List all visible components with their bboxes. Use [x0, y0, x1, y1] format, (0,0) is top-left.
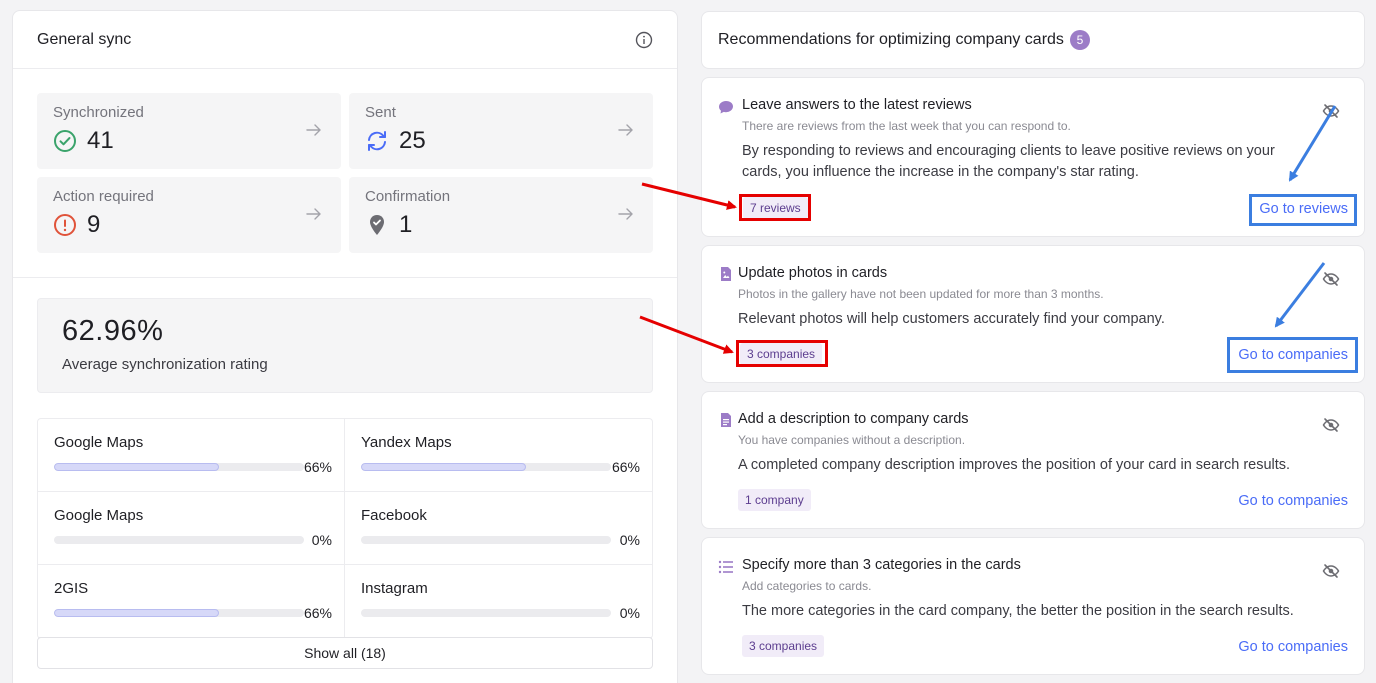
- card-title: Update photos in cards: [738, 265, 888, 281]
- stat-synchronized[interactable]: Synchronized 41: [37, 93, 341, 169]
- list-icon: [718, 560, 733, 574]
- arrow-right-icon: [618, 208, 633, 220]
- platform-name: Google Maps: [54, 507, 144, 524]
- recommendation-card-description: Add a description to company cards You h…: [701, 391, 1365, 529]
- card-badge: 3 companies: [742, 635, 825, 657]
- card-title: Specify more than 3 categories in the ca…: [742, 557, 1021, 573]
- stat-label: Action required: [53, 188, 154, 205]
- alert-circle-icon: [54, 214, 76, 236]
- platform-name: 2GIS: [54, 580, 89, 597]
- card-subtitle: You have companies without a description…: [738, 433, 966, 447]
- sync-icon: [368, 131, 386, 151]
- platform-item[interactable]: Yandex Maps 66%: [345, 419, 652, 492]
- stat-value: 25: [399, 127, 426, 154]
- platform-name: Google Maps: [54, 434, 144, 451]
- stat-value: 1: [399, 211, 413, 238]
- eye-off-icon[interactable]: [1322, 562, 1340, 580]
- card-description: By responding to reviews and encouraging…: [742, 141, 1275, 183]
- recommendations-header: Recommendations for optimizing company c…: [701, 11, 1365, 69]
- stat-label: Synchronized: [53, 104, 144, 121]
- annotation-highlight-box: [1249, 194, 1357, 226]
- platform-percent: 0%: [619, 605, 640, 621]
- card-badge: 1 company: [738, 489, 811, 511]
- go-to-companies-link[interactable]: Go to companies: [1238, 639, 1348, 655]
- stat-action-required[interactable]: Action required 9: [37, 177, 341, 253]
- eye-off-icon[interactable]: [1322, 416, 1340, 434]
- platform-progress-bar: [361, 609, 611, 617]
- platform-progress-bar: [361, 536, 611, 544]
- card-subtitle: There are reviews from the last week tha…: [742, 119, 1071, 133]
- stat-label: Confirmation: [365, 188, 451, 205]
- platform-item[interactable]: Instagram 0%: [345, 565, 652, 638]
- arrow-right-icon: [306, 124, 321, 136]
- card-description: A completed company description improves…: [738, 457, 1291, 473]
- check-circle-icon: [54, 130, 76, 152]
- platform-percent: 0%: [311, 532, 332, 548]
- platform-item[interactable]: Google Maps 0%: [38, 492, 345, 565]
- platform-name: Yandex Maps: [361, 434, 452, 451]
- sync-stats: Synchronized 41 Sent 25 Action required …: [13, 69, 677, 253]
- platform-progress-bar: [54, 609, 304, 617]
- platform-item[interactable]: Google Maps 66%: [38, 419, 345, 492]
- platform-percent: 66%: [303, 605, 332, 621]
- stat-value: 41: [87, 127, 114, 154]
- stat-label: Sent: [365, 104, 396, 121]
- arrow-right-icon: [306, 208, 321, 220]
- show-all-button[interactable]: Show all (18): [37, 637, 653, 669]
- stat-value: 9: [87, 211, 101, 238]
- chat-bubble-icon: [719, 101, 733, 114]
- arrow-right-icon: [618, 124, 633, 136]
- document-icon: [721, 413, 731, 427]
- eye-off-icon[interactable]: [1322, 102, 1340, 120]
- stat-confirmation[interactable]: Confirmation 1: [349, 177, 653, 253]
- general-sync-header: General sync: [13, 11, 677, 69]
- go-to-companies-link[interactable]: Go to companies: [1238, 493, 1348, 509]
- card-subtitle: Photos in the gallery have not been upda…: [738, 287, 1104, 301]
- platform-percent: 66%: [611, 459, 640, 475]
- recommendations-title: Recommendations for optimizing company c…: [718, 31, 1064, 48]
- platforms-grid: Google Maps 66% Yandex Maps 66% Google M…: [37, 418, 653, 639]
- info-icon[interactable]: [635, 31, 653, 49]
- image-file-icon: [721, 267, 731, 281]
- map-pin-check-icon: [370, 215, 384, 235]
- platform-name: Facebook: [361, 507, 427, 524]
- platform-progress-bar: [54, 463, 304, 471]
- eye-off-icon[interactable]: [1322, 270, 1340, 288]
- platform-item[interactable]: Facebook 0%: [345, 492, 652, 565]
- platform-item[interactable]: 2GIS 66%: [38, 565, 345, 638]
- annotation-highlight-box: [1227, 337, 1358, 373]
- annotation-highlight-box: [736, 340, 828, 367]
- stat-sent[interactable]: Sent 25: [349, 93, 653, 169]
- card-title: Add a description to company cards: [738, 411, 969, 427]
- card-description-line: cards, you influence the increase in the…: [742, 164, 1139, 180]
- sync-rating-value: 62.96%: [62, 315, 164, 347]
- general-sync-panel: General sync Synchronized 41 Sent 25 Act…: [12, 10, 678, 683]
- recommendation-card-categories: Specify more than 3 categories in the ca…: [701, 537, 1365, 675]
- recommendations-count-badge: 5: [1069, 30, 1090, 50]
- sync-rating-box: 62.96% Average synchronization rating: [37, 298, 653, 393]
- card-title: Leave answers to the latest reviews: [742, 97, 972, 113]
- platform-progress-bar: [54, 536, 304, 544]
- sync-rating-label: Average synchronization rating: [62, 356, 268, 373]
- platform-name: Instagram: [361, 580, 428, 597]
- annotation-highlight-box: [739, 194, 811, 221]
- card-subtitle: Add categories to cards.: [742, 579, 872, 593]
- card-description: Relevant photos will help customers accu…: [738, 311, 1165, 327]
- platform-percent: 0%: [619, 532, 640, 548]
- platform-progress-bar: [361, 463, 611, 471]
- card-description: The more categories in the card company,…: [742, 603, 1294, 619]
- platform-percent: 66%: [303, 459, 332, 475]
- general-sync-title: General sync: [37, 30, 132, 48]
- divider: [13, 277, 677, 278]
- card-description-line: By responding to reviews and encouraging…: [742, 143, 1275, 159]
